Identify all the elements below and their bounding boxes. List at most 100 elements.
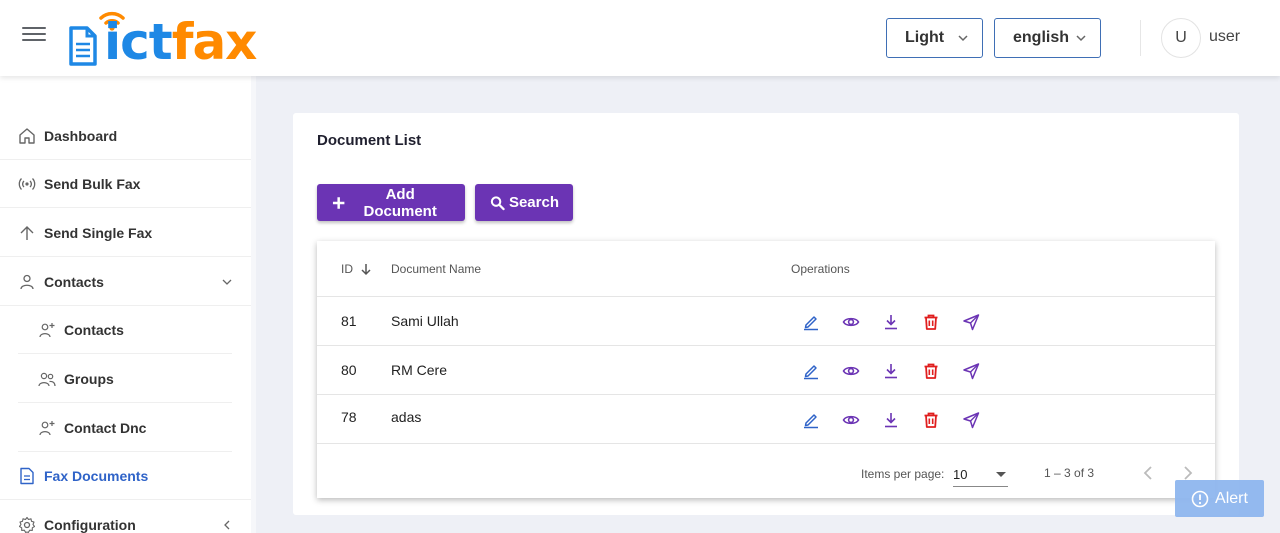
column-header-document-name[interactable]: Document Name [391,262,481,276]
chevron-down-icon [222,279,232,285]
send-button[interactable] [961,312,981,332]
alert-button[interactable]: Alert [1175,480,1264,517]
sidebar-item-label: Contact Dnc [64,419,147,436]
page-range: 1 – 3 of 3 [1044,466,1095,480]
sidebar-item-label: Configuration [44,516,136,533]
search-button[interactable]: Search [475,184,573,221]
alert-button-label: Alert [1215,489,1248,507]
person-add-icon [39,420,55,435]
sidebar-item-contacts[interactable]: Contacts [0,258,251,306]
column-header-operations: Operations [791,262,850,276]
chevron-down-icon [958,35,968,42]
trash-icon [924,412,938,428]
table-row: 81 Sami Ullah [317,297,1215,346]
delete-button[interactable] [921,361,941,381]
add-document-label: Add Document [363,185,437,220]
sidebar-item-groups[interactable]: Groups [18,355,232,403]
trash-icon [924,314,938,330]
trash-icon [924,363,938,379]
theme-select[interactable]: Light [886,18,983,58]
edit-button[interactable] [801,361,821,381]
sidebar: Dashboard Send Bulk Fax Send Single Fax … [0,76,251,533]
search-label: Search [508,194,559,211]
person-icon [20,274,34,289]
delete-button[interactable] [921,410,941,430]
arrow-up-icon [20,225,34,240]
header-divider [1140,20,1141,56]
view-button[interactable] [841,361,861,381]
row-operations [801,410,1001,430]
sidebar-item-contact-dnc[interactable]: Contact Dnc [18,404,232,452]
previous-page-button[interactable] [1137,462,1159,484]
download-button[interactable] [881,312,901,332]
sort-arrow-down-icon [361,264,371,276]
eye-icon [842,366,860,376]
logo-text-fax: fax [171,13,258,71]
group-icon [38,372,56,386]
sidebar-item-dashboard[interactable]: Dashboard [0,112,251,160]
app-logo[interactable]: ictfax [66,6,278,72]
eye-icon [842,415,860,425]
cell-document-name: adas [391,409,422,425]
page-size-select[interactable]: 10 [953,463,1008,487]
send-button[interactable] [961,361,981,381]
download-button[interactable] [881,410,901,430]
sidebar-item-label: Send Single Fax [44,224,153,241]
add-document-button[interactable]: Add Document [317,184,465,221]
cell-id: 78 [341,409,357,425]
eye-icon [842,317,860,327]
edit-pencil-icon [804,316,818,331]
view-button[interactable] [841,410,861,430]
broadcast-icon [18,177,36,190]
table-header: ID Document Name Operations [317,241,1215,297]
sidebar-edge [251,76,256,533]
app-header: ictfax Light english U user [0,0,1280,76]
sidebar-item-label: Dashboard [44,127,118,144]
cell-id: 81 [341,313,357,329]
send-button[interactable] [961,410,981,430]
sidebar-item-contacts-list[interactable]: Contacts [18,306,232,354]
edit-pencil-icon [804,365,818,380]
username[interactable]: user [1209,28,1240,46]
logo-text-ict: ict [104,13,173,71]
person-add-icon [39,322,55,337]
row-operations [801,312,1001,332]
dropdown-arrow-icon [996,472,1006,477]
avatar[interactable]: U [1161,18,1201,58]
edit-button[interactable] [801,312,821,332]
sidebar-item-label: Contacts [44,273,104,290]
cell-id: 80 [341,362,357,378]
row-operations [801,361,1001,381]
sidebar-item-send-bulk-fax[interactable]: Send Bulk Fax [0,160,251,208]
page-size-value: 10 [953,467,968,482]
download-icon [885,413,897,428]
logo-document-icon [69,26,97,66]
settings-icon [18,516,36,533]
delete-button[interactable] [921,312,941,332]
sidebar-item-label: Send Bulk Fax [44,175,141,192]
cell-document-name: Sami Ullah [391,313,459,329]
view-button[interactable] [841,312,861,332]
sidebar-item-fax-documents[interactable]: Fax Documents [0,452,251,500]
document-list-card: Document List Add Document Search ID Doc… [293,113,1239,515]
language-select-value: english [1013,29,1070,46]
download-button[interactable] [881,361,901,381]
page-title: Document List [317,132,422,149]
sidebar-item-send-single-fax[interactable]: Send Single Fax [0,209,251,257]
sidebar-item-configuration[interactable]: Configuration [0,501,251,533]
column-header-id-label: ID [341,262,353,276]
edit-button[interactable] [801,410,821,430]
language-select[interactable]: english [994,18,1101,58]
logo-text: ictfax [104,12,258,72]
edit-pencil-icon [804,414,818,429]
theme-select-value: Light [905,29,945,46]
search-icon [490,195,505,210]
column-header-id[interactable]: ID [341,262,373,276]
menu-toggle-icon[interactable] [22,27,46,47]
send-icon [963,314,980,331]
document-icon [20,467,34,484]
download-icon [885,364,897,379]
document-table: ID Document Name Operations 81 Sami Ulla… [317,241,1215,498]
send-icon [963,363,980,380]
chevron-left-icon [224,520,230,529]
